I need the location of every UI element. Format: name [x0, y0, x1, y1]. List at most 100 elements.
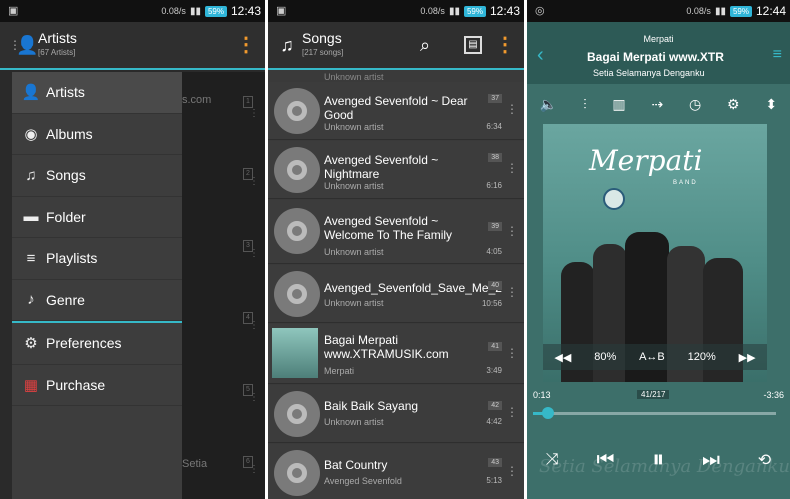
song-menu-icon[interactable]: ⋮	[506, 224, 518, 238]
clock: 12:43	[230, 4, 261, 18]
volume-icon[interactable]: 🔈	[540, 96, 557, 113]
clock: 12:43	[489, 4, 520, 18]
music-note-icon: ♫	[280, 35, 294, 55]
list-behind-drawer: s.com 1 ⋮ 2 ⋮ 3 ⋮ 4 ⋮ 5 ⋮ 6 ⋮ Setia	[182, 72, 265, 499]
songs-panel: ▣ 0.08/s ▮▮ 59% 12:43 ♫ Songs [217 songs…	[268, 0, 524, 499]
song-title: Bagai Merpati www.XTRAMUSIK.com	[324, 333, 449, 361]
playlist-icon: ≡	[26, 249, 36, 267]
row-menu-icon[interactable]: ⋮	[249, 320, 259, 331]
drawer-item-playlists[interactable]: ≡ Playlists	[12, 238, 182, 280]
song-row[interactable]: Avenged Sevenfold ~ Nightmare Unknown ar…	[268, 141, 524, 199]
navigation-drawer: 👤 Artists ◉ Albums ♫ Songs ▬ Folder ≡ Pl…	[12, 72, 182, 499]
row-menu-icon[interactable]: ⋮	[249, 248, 259, 259]
row-menu-icon[interactable]: ⋮	[249, 464, 259, 475]
visualizer-icon[interactable]: ▥	[612, 96, 625, 113]
pause-icon[interactable]: ⏸	[652, 446, 664, 474]
song-title: Avenged Sevenfold ~ Dear Good	[324, 94, 468, 122]
song-row[interactable]: Baik Baik Sayang Unknown artist 42 4:42 …	[268, 385, 524, 443]
overflow-menu-icon[interactable]: ⋮	[235, 34, 257, 56]
seek-bar[interactable]	[533, 407, 776, 419]
drawer-item-folder[interactable]: ▬ Folder	[12, 197, 182, 238]
page-subtitle: [67 Artists]	[38, 48, 76, 57]
guitar-icon: ♪	[27, 291, 35, 309]
data-speed: 0.08/s	[161, 6, 186, 16]
drawer-item-artists[interactable]: 👤 Artists	[12, 72, 182, 114]
view-mode-icon[interactable]: ▤	[464, 36, 482, 54]
app-notification-icon: ◎	[535, 5, 545, 17]
shuffle-icon[interactable]: ⤨	[546, 451, 559, 469]
song-row[interactable]: Bagai Merpati www.XTRAMUSIK.com Merpati …	[268, 324, 524, 384]
search-icon[interactable]: ⌕	[414, 34, 436, 56]
song-menu-icon[interactable]: ⋮	[506, 161, 518, 175]
repeat-icon[interactable]: ⟲	[758, 450, 771, 470]
drawer-item-songs[interactable]: ♫ Songs	[12, 155, 182, 197]
track-position: 41/217	[637, 390, 670, 399]
data-speed: 0.08/s	[420, 6, 445, 16]
song-artist: Merpati	[324, 366, 355, 376]
elapsed-time: 0:13	[533, 390, 551, 400]
expand-icon[interactable]: ⬍	[765, 96, 777, 113]
queue-icon[interactable]: ≡	[773, 46, 782, 64]
disc-icon	[274, 88, 320, 134]
previous-icon[interactable]: ⏮	[596, 449, 614, 472]
drawer-item-genre[interactable]: ♪ Genre	[12, 280, 182, 321]
settings-icon[interactable]: ⚙	[727, 96, 740, 113]
now-playing-panel: ◎ 0.08/s ▮▮ 59% 12:44 ‹ Merpati Bagai Me…	[527, 0, 790, 499]
track-number: 40	[488, 281, 502, 290]
speed-down[interactable]: 80%	[594, 351, 616, 363]
song-row[interactable]: Avenged Sevenfold ~ Welcome To The Famil…	[268, 200, 524, 264]
drawer-item-label: Playlists	[46, 250, 98, 267]
drawer-item-preferences[interactable]: ⚙ Preferences	[12, 323, 182, 365]
song-title: Bat Country	[324, 458, 388, 472]
song-title: Avenged Sevenfold ~ Nightmare	[324, 153, 439, 181]
ab-repeat-button[interactable]: A↔B	[639, 351, 665, 363]
drawer-item-label: Purchase	[46, 376, 106, 393]
page-subtitle: [217 songs]	[302, 48, 344, 57]
status-bar: ▣ 0.08/s ▮▮ 59% 12:43	[268, 0, 524, 22]
speed-up[interactable]: 120%	[688, 351, 716, 363]
row-menu-icon[interactable]: ⋮	[249, 176, 259, 187]
battery-badge: 59%	[729, 5, 752, 17]
drawer-item-label: Preferences	[46, 335, 122, 352]
now-playing-artist: Merpati	[643, 34, 674, 44]
song-row[interactable]: Avenged Sevenfold ~ Dear Good Unknown ar…	[268, 82, 524, 140]
timer-icon[interactable]: ◷	[689, 96, 701, 113]
remaining-time: -3:36	[763, 390, 784, 400]
song-menu-icon[interactable]: ⋮	[506, 102, 518, 116]
seek-handle[interactable]	[541, 407, 554, 419]
rewind-icon[interactable]: ◀◀	[554, 351, 571, 364]
signal-icon: ▮▮	[448, 5, 460, 17]
overflow-menu-icon[interactable]: ⋮	[494, 34, 516, 56]
add-to-playlist-icon[interactable]: ⇢	[651, 96, 663, 113]
track-number: 43	[488, 458, 502, 467]
track-number: 37	[488, 94, 502, 103]
image-icon: ▣	[8, 5, 19, 17]
song-menu-icon[interactable]: ⋮	[506, 346, 518, 360]
back-chevron-icon[interactable]: ‹	[537, 44, 544, 67]
song-menu-icon[interactable]: ⋮	[506, 285, 518, 299]
fast-forward-icon[interactable]: ▶▶	[739, 351, 756, 364]
status-bar: ▣ 0.08/s ▮▮ 59% 12:43	[0, 0, 265, 22]
song-row[interactable]: Bat Country Avenged Sevenfold 43 5:13 ⋮	[268, 444, 524, 499]
image-icon: ▣	[276, 5, 287, 17]
status-bar: ◎ 0.08/s ▮▮ 59% 12:44	[527, 0, 790, 22]
row-menu-icon[interactable]: ⋮	[249, 392, 259, 403]
equalizer-icon[interactable]: ⫶	[583, 96, 587, 113]
album-thumbnail	[272, 328, 318, 378]
row-menu-icon[interactable]: ⋮	[249, 108, 259, 119]
song-artist: Unknown artist	[324, 417, 384, 427]
drawer-item-purchase[interactable]: ▦ Purchase	[12, 365, 182, 406]
song-menu-icon[interactable]: ⋮	[506, 405, 518, 419]
disc-icon	[274, 271, 320, 317]
drawer-item-label: Albums	[46, 125, 93, 142]
app-bar: ♫ Songs [217 songs] ⌕ ▤ ⋮	[268, 22, 524, 70]
song-row[interactable]: Avenged_Sevenfold_Save_Me_2 Unknown arti…	[268, 265, 524, 323]
album-icon: ◉	[24, 125, 38, 143]
song-duration: 4:42	[486, 417, 502, 426]
drawer-item-albums[interactable]: ◉ Albums	[12, 114, 182, 155]
next-icon[interactable]: ⏭	[702, 449, 720, 472]
disc-icon	[274, 450, 320, 496]
person-icon: 👤	[16, 35, 39, 55]
disc-icon	[274, 147, 320, 193]
song-menu-icon[interactable]: ⋮	[506, 464, 518, 478]
